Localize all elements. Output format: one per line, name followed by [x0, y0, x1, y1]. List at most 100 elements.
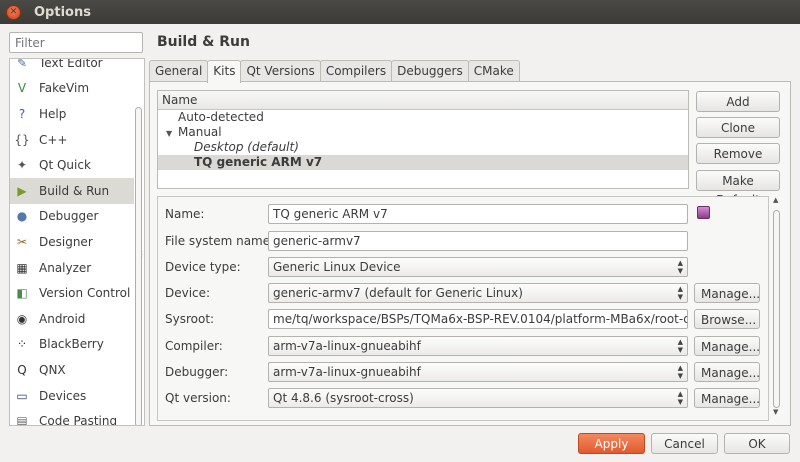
device-manage-button[interactable]: Manage...: [694, 283, 760, 303]
category-scrollbar-thumb[interactable]: [135, 107, 142, 425]
sidebar-item-label: QNX: [39, 362, 66, 377]
sidebar-item-label: Code Pasting: [39, 414, 118, 426]
tree-row-label: Manual: [178, 125, 222, 139]
details-scrollbar-thumb[interactable]: [773, 210, 780, 408]
sidebar-item[interactable]: ✎ Text Editor: [10, 58, 134, 76]
make-default-button[interactable]: Make Default: [696, 170, 780, 207]
sidebar-item-label: Devices: [39, 388, 87, 403]
debugger-value: arm-v7a-linux-gnueabihf: [273, 365, 421, 379]
device-select[interactable]: generic-armv7 (default for Generic Linux…: [268, 283, 688, 303]
sidebar-item[interactable]: ▦ Analyzer: [10, 255, 134, 281]
page-title: Build & Run: [157, 34, 250, 50]
tab[interactable]: Qt Versions: [240, 60, 321, 82]
designer-icon: ✂: [16, 234, 28, 249]
sidebar-item[interactable]: ? Help: [10, 101, 134, 127]
remove-button[interactable]: Remove: [696, 143, 780, 164]
kits-tree: Name Auto-detected ▼ Manual Desktop (defaul…: [157, 90, 689, 189]
name-field[interactable]: TQ generic ARM v7: [268, 204, 688, 224]
qnx-icon: Q: [17, 362, 27, 377]
tab[interactable]: General: [149, 60, 209, 82]
expand-arrow-icon[interactable]: ▼: [166, 126, 178, 141]
qt-version-select[interactable]: Qt 4.8.6 (sysroot-cross) ▲ ▼: [268, 388, 688, 408]
combo-arrows-icon: ▲ ▼: [677, 338, 683, 354]
qt-quick-icon: ✦: [16, 158, 28, 173]
sidebar-item-label: Qt Quick: [39, 158, 91, 173]
sidebar-item-label: Text Editor: [39, 58, 103, 70]
sidebar-item[interactable]: ✦ Qt Quick: [10, 152, 134, 178]
sidebar-item-label: BlackBerry: [39, 337, 104, 352]
splitter-handle[interactable]: ⋮: [138, 250, 146, 259]
name-label: Name:: [165, 207, 205, 221]
sidebar-item[interactable]: ▭ Devices: [10, 383, 134, 409]
tab[interactable]: Kits: [207, 60, 242, 83]
tree-row[interactable]: ▼ Manual: [158, 125, 688, 140]
combo-arrows-icon: ▲ ▼: [677, 390, 683, 406]
debugger-icon: ●: [16, 209, 28, 224]
tab-bar: General Kits Qt Versions Compilers Debuggers…: [149, 60, 520, 83]
qt-version-manage-button[interactable]: Manage...: [694, 388, 760, 408]
compiler-select[interactable]: arm-v7a-linux-gnueabihf ▲ ▼: [268, 336, 688, 356]
help-icon: ?: [18, 106, 26, 121]
sidebar-item[interactable]: ◧ Version Control: [10, 280, 134, 306]
sysroot-label: Sysroot:: [165, 312, 215, 326]
tab[interactable]: Compilers: [319, 60, 393, 82]
device-type-icon[interactable]: [697, 206, 710, 219]
sidebar-item[interactable]: ▤ Code Pasting: [10, 408, 134, 426]
tab[interactable]: Debuggers: [391, 60, 469, 82]
device-type-select[interactable]: Generic Linux Device ▲ ▼: [268, 257, 688, 277]
text-editor-icon: ✎: [16, 58, 28, 70]
tree-row[interactable]: Desktop (default): [158, 140, 688, 155]
tree-row-label: Desktop (default): [194, 140, 299, 154]
details-scrollbar[interactable]: ▲ ▼: [771, 196, 782, 421]
close-icon[interactable]: ✕: [6, 4, 21, 20]
ok-button[interactable]: OK: [724, 433, 790, 454]
sidebar-item-label: Analyzer: [39, 260, 92, 275]
debugger-label: Debugger:: [165, 365, 229, 379]
android-icon: ◉: [16, 311, 28, 326]
window-title: Options: [34, 4, 91, 20]
device-value: generic-armv7 (default for Generic Linux…: [273, 286, 523, 300]
sidebar-item-label: Help: [39, 106, 67, 121]
sidebar-item[interactable]: ● Debugger: [10, 204, 134, 230]
category-items: ✎ Text Editor V FakeVim? Help {} C++ ✦ Qt Quick ▶…: [10, 58, 134, 426]
scroll-down-icon[interactable]: ▼: [773, 408, 778, 416]
file-system-name-field[interactable]: generic-armv7: [268, 231, 688, 251]
sidebar-item[interactable]: ⁘ BlackBerry: [10, 332, 134, 358]
combo-arrows-icon: ▲ ▼: [677, 259, 683, 275]
debugger-select[interactable]: arm-v7a-linux-gnueabihf ▲ ▼: [268, 362, 688, 382]
build-run-icon: ▶: [17, 183, 27, 198]
sidebar-item[interactable]: ▶ Build & Run: [10, 177, 134, 204]
category-list: ✎ Text Editor V FakeVim? Help {} C++ ✦ Qt Quick ▶…: [9, 58, 145, 426]
scroll-up-icon[interactable]: ▲: [773, 196, 778, 204]
tree-header-name[interactable]: Name: [158, 91, 688, 110]
fakevim-icon: V: [17, 81, 27, 96]
compiler-label: Compiler:: [165, 339, 223, 353]
tree-row-label: TQ generic ARM v7: [194, 155, 323, 169]
sidebar-item[interactable]: V FakeVim: [10, 76, 134, 102]
category-scrollbar[interactable]: [134, 61, 143, 425]
sidebar-item-label: C++: [39, 132, 68, 147]
tree-row-label: Auto-detected: [178, 110, 264, 124]
tab[interactable]: CMake: [467, 60, 520, 82]
sysroot-browse-button[interactable]: Browse...: [694, 309, 760, 329]
apply-button[interactable]: Apply: [578, 433, 645, 454]
add-button[interactable]: Add: [696, 91, 780, 112]
debugger-manage-button[interactable]: Manage...: [694, 362, 760, 382]
sidebar-item[interactable]: Q QNX: [10, 357, 134, 383]
compiler-manage-button[interactable]: Manage...: [694, 336, 760, 356]
clone-button[interactable]: Clone: [696, 117, 780, 138]
cancel-button[interactable]: Cancel: [651, 433, 718, 454]
sidebar-item-label: Android: [39, 311, 86, 326]
qt-version-value: Qt 4.8.6 (sysroot-cross): [273, 391, 414, 405]
sidebar-item[interactable]: ◉ Android: [10, 306, 134, 332]
combo-arrows-icon: ▲ ▼: [677, 285, 683, 301]
blackberry-icon: ⁘: [16, 337, 28, 352]
tree-row[interactable]: TQ generic ARM v7: [158, 155, 688, 170]
sidebar-item[interactable]: {} C++: [10, 127, 134, 153]
sidebar-item-label: Version Control: [39, 286, 131, 301]
file-system-name-label: File system name:: [165, 234, 275, 248]
sysroot-field[interactable]: me/tq/workspace/BSPs/TQMa6x-BSP-REV.0104…: [268, 309, 688, 329]
sidebar-item[interactable]: ✂ Designer: [10, 229, 134, 255]
tree-row[interactable]: Auto-detected: [158, 110, 688, 125]
filter-input[interactable]: [9, 32, 143, 53]
